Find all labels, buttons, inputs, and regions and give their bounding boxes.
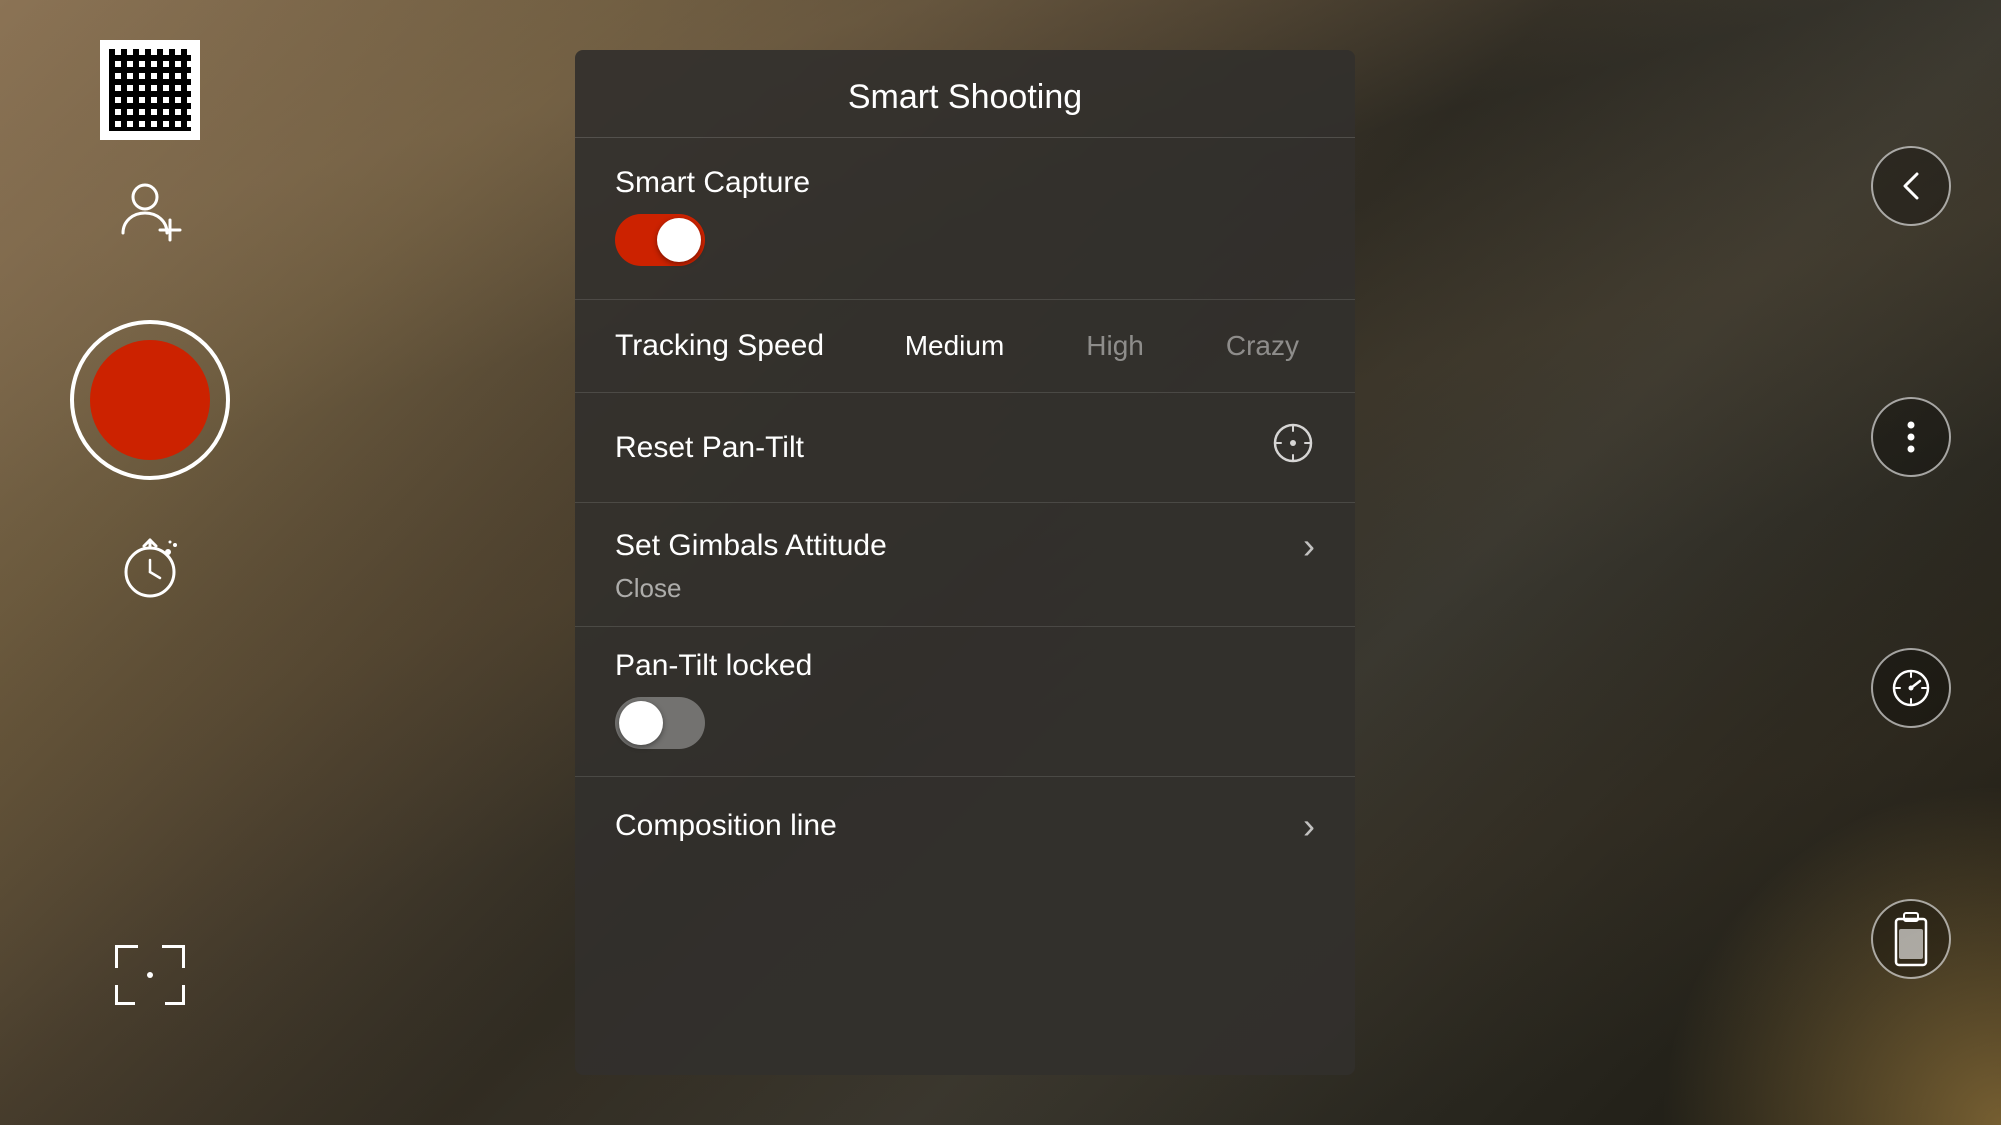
add-person-button[interactable]: [100, 170, 200, 250]
ai-timer-button[interactable]: [100, 530, 200, 610]
back-button[interactable]: [1871, 146, 1951, 226]
more-options-button[interactable]: [1871, 397, 1951, 477]
smart-capture-section: Smart Capture: [575, 138, 1355, 300]
pan-tilt-locked-section: Pan-Tilt locked: [575, 627, 1355, 777]
pan-tilt-locked-label: Pan-Tilt locked: [615, 649, 1315, 683]
qr-code: [100, 40, 200, 140]
reset-pan-tilt-icon: [1271, 421, 1315, 474]
focus-frame-button[interactable]: [100, 935, 200, 1015]
pan-tilt-locked-toggle[interactable]: [615, 697, 705, 749]
composition-line-chevron: ›: [1303, 805, 1315, 847]
set-gimbals-section[interactable]: Set Gimbals Attitude › Close: [575, 503, 1355, 627]
panel-title: Smart Shooting: [575, 50, 1355, 138]
reset-pan-tilt-row[interactable]: Reset Pan-Tilt: [575, 393, 1355, 503]
reset-pan-tilt-label: Reset Pan-Tilt: [615, 431, 1271, 465]
pan-tilt-locked-thumb: [619, 701, 663, 745]
smart-capture-toggle[interactable]: [615, 214, 705, 266]
set-gimbals-label: Set Gimbals Attitude: [615, 529, 1303, 563]
battery-button[interactable]: [1871, 899, 1951, 979]
smart-capture-thumb: [657, 218, 701, 262]
tracking-option-medium[interactable]: Medium: [889, 322, 1021, 370]
composition-line-row[interactable]: Composition line ›: [575, 777, 1355, 875]
main-panel: Smart Shooting Smart Capture Tracking Sp…: [575, 50, 1355, 1075]
right-controls: [1861, 0, 1961, 1125]
tracking-speed-label: Tracking Speed: [615, 329, 824, 363]
speed-dial-button[interactable]: [1871, 648, 1951, 728]
record-button[interactable]: [70, 320, 230, 480]
composition-line-label: Composition line: [615, 809, 1303, 843]
gimbal-row: Set Gimbals Attitude ›: [615, 525, 1315, 567]
record-button-inner: [90, 340, 210, 460]
tracking-option-high[interactable]: High: [1070, 322, 1160, 370]
set-gimbals-chevron: ›: [1303, 525, 1315, 567]
tracking-speed-row: Tracking Speed Medium High Crazy: [575, 300, 1355, 393]
smart-capture-label: Smart Capture: [615, 166, 1315, 200]
focus-frame-icon: [115, 945, 185, 1005]
gimbal-sub-label: Close: [615, 573, 1315, 604]
tracking-option-crazy[interactable]: Crazy: [1210, 322, 1315, 370]
tracking-speed-options: Medium High Crazy: [889, 322, 1315, 370]
